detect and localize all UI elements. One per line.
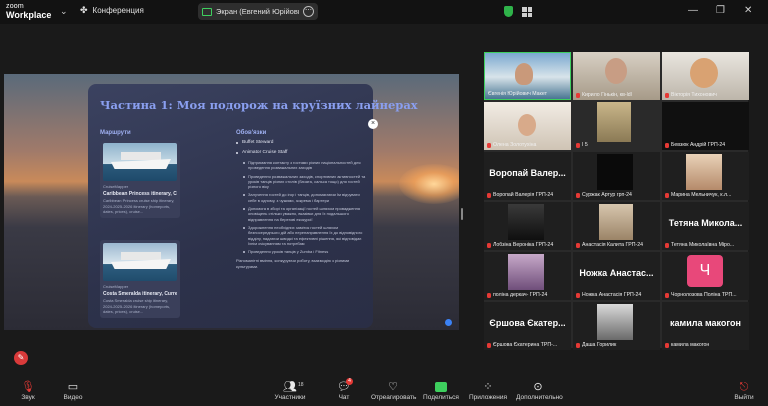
- participant-tile[interactable]: Даша Горилик: [573, 302, 660, 350]
- participant-tile[interactable]: Кирило Гінькін, кв-ldl: [573, 52, 660, 100]
- mic-off-icon: [487, 292, 491, 298]
- title-bar: zoom Workplace ⌄ ✤ Конференция Экран (Ев…: [0, 0, 768, 24]
- mic-off-icon: [487, 242, 491, 248]
- participant-tile[interactable]: Бевзюк Андрій ГРП-24: [662, 102, 749, 150]
- duties-heading: Обов'язки: [236, 130, 267, 136]
- mic-off-icon: [487, 142, 491, 148]
- participant-tile[interactable]: поліна деркач- ГРП-24: [484, 252, 571, 300]
- participant-tile[interactable]: камила макогон камила макогон: [662, 302, 749, 350]
- shield-icon: [504, 6, 513, 17]
- leave-icon: ⎋: [739, 381, 749, 393]
- conference-menu[interactable]: ✤ Конференция: [80, 5, 144, 16]
- chevron-down-icon[interactable]: ⌄: [60, 6, 68, 17]
- mic-off-icon: [576, 92, 580, 98]
- share-button[interactable]: Поделиться: [423, 380, 459, 401]
- video-button[interactable]: ▭ Видео: [60, 380, 86, 401]
- minimize-icon[interactable]: —: [688, 5, 698, 16]
- gallery-view-icon[interactable]: [522, 7, 532, 17]
- mic-off-icon: [576, 292, 580, 298]
- mic-off-icon: [487, 342, 491, 348]
- mic-off-icon: [487, 192, 491, 198]
- participant-tile[interactable]: Єршова Єкатер... Єршова Єкатерина ТРП-..…: [484, 302, 571, 350]
- more-button[interactable]: ⊙ Дополнительно: [516, 380, 563, 401]
- participant-tile[interactable]: Ч Чорнолозова Поліна ТРП...: [662, 252, 749, 300]
- participant-tile[interactable]: Воропай Валер... Воропай Валерія ГРП-24: [484, 152, 571, 200]
- duties-list: Buffet Steward Animator Cruise Staff Під…: [236, 140, 366, 269]
- react-button[interactable]: ♡ Отреагировать: [371, 380, 416, 401]
- zoom-logo: zoom Workplace: [6, 3, 52, 20]
- screen-share-indicator[interactable]: Экран (Евгений Юрійович Маке ⋯: [198, 3, 318, 20]
- participant-tile[interactable]: Вікторія Тихонович: [662, 52, 749, 100]
- meeting-toolbar: 🎙︎ Звук ▭ Видео 👥︎ 18 Участники 💬︎ 4 Чат ♡…: [0, 376, 768, 406]
- heart-icon: ♡: [388, 381, 398, 393]
- participants-icon: 👥︎ 18: [283, 381, 304, 393]
- shared-screen: Частина 1: Моя подорож на круїзних лайне…: [4, 74, 459, 330]
- participant-tile[interactable]: Євгенія Юрійович Макет: [484, 52, 571, 100]
- mic-off-icon: [665, 92, 669, 98]
- participant-tile[interactable]: Марина Мельничук, к.л...: [662, 152, 749, 200]
- participants-button[interactable]: 👥︎ 18 Участники: [272, 380, 308, 401]
- close-icon[interactable]: ✕: [744, 5, 752, 16]
- mic-off-icon: [576, 242, 580, 248]
- mic-off-icon: [665, 142, 669, 148]
- maximize-icon[interactable]: ❐: [716, 5, 725, 16]
- route-card-2: CruiseMapper Costa Smeralda itinerary, C…: [100, 240, 180, 318]
- leave-button[interactable]: ⎋ Выйти: [733, 380, 755, 401]
- mic-off-icon: 🎙︎: [21, 381, 35, 393]
- more-icon: ⊙: [533, 381, 543, 393]
- slide-card: Частина 1: Моя подорож на круїзних лайне…: [88, 84, 418, 328]
- slide-close-icon[interactable]: ×: [368, 119, 378, 129]
- cruise-ship-image: [103, 143, 177, 181]
- window-controls: — ❐ ✕: [504, 0, 768, 24]
- split-handle[interactable]: [461, 208, 463, 220]
- video-camera-icon: ▭: [67, 381, 79, 393]
- slide-title: Частина 1: Моя подорож на круїзних лайне…: [100, 98, 418, 112]
- mic-off-icon: [665, 292, 669, 298]
- paw-icon: ✤: [80, 5, 88, 15]
- avatar: Ч: [687, 255, 723, 287]
- slide-indicator: [445, 319, 452, 326]
- mic-off-icon: [665, 242, 669, 248]
- mic-off-icon: [665, 342, 669, 348]
- mic-off-icon: [576, 192, 580, 198]
- mic-off-icon: [576, 342, 580, 348]
- mic-off-icon: [576, 142, 580, 148]
- apps-button[interactable]: ⁘ Приложения: [469, 380, 507, 401]
- participant-tile[interactable]: Ножка Анастас... Ножка Анастасія ГРП-24: [573, 252, 660, 300]
- participant-tile[interactable]: Суржак Артур грп-24: [573, 152, 660, 200]
- mic-off-icon: [665, 192, 669, 198]
- chat-icon: 💬︎ 4: [336, 378, 353, 394]
- participant-tile[interactable]: Лобзіна Вероніка ГРП-24: [484, 202, 571, 250]
- annotate-icon[interactable]: ✎: [14, 351, 28, 365]
- participant-tile[interactable]: Тетяна Микола... Тетяна Миколаївна Міро.…: [662, 202, 749, 250]
- routes-heading: Маршрути: [100, 130, 131, 136]
- more-options-icon[interactable]: ⋯: [303, 6, 314, 17]
- participants-gallery: Євгенія Юрійович Макет Кирило Гінькін, к…: [484, 52, 749, 350]
- participant-tile[interactable]: Олена Золотухіна: [484, 102, 571, 150]
- screen-share-icon: [202, 7, 212, 16]
- participant-tile[interactable]: Анастасія Калита ГРП-24: [573, 202, 660, 250]
- cruise-ship-image: [103, 243, 177, 281]
- participant-tile[interactable]: І 5: [573, 102, 660, 150]
- audio-button[interactable]: 🎙︎ Звук: [16, 380, 40, 401]
- share-screen-icon: [423, 380, 459, 394]
- apps-icon: ⁘: [483, 381, 493, 393]
- chat-button[interactable]: 💬︎ 4 Чат: [336, 378, 353, 401]
- route-card-1: CruiseMapper Caribbean Princess itinerar…: [100, 140, 180, 218]
